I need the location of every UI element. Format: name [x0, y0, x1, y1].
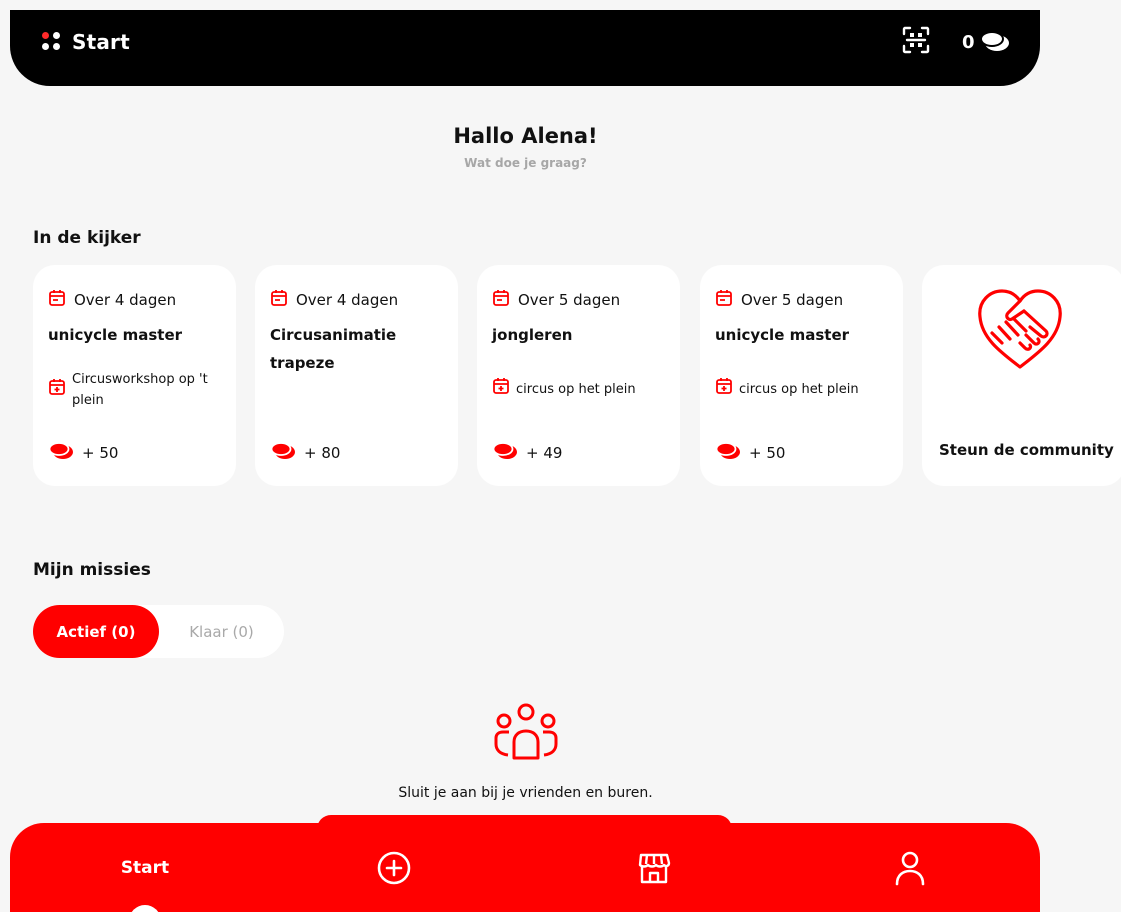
active-indicator — [129, 905, 161, 912]
community-card[interactable]: Steun de community — [922, 265, 1121, 486]
event-reward-label: + 49 — [526, 444, 563, 462]
coin-icon — [48, 441, 74, 465]
event-title: unicycle master — [48, 326, 183, 344]
calendar-plus-icon — [492, 377, 510, 402]
greeting-subtitle: Wat doe je graag? — [464, 156, 587, 170]
coin-icon — [492, 441, 518, 465]
event-date-label: Over 5 dagen — [741, 291, 844, 309]
bottom-nav: Start — [10, 823, 1040, 912]
coin-icon — [715, 441, 741, 465]
calendar-plus-icon — [715, 377, 733, 402]
event-location: circus op het plein — [715, 377, 895, 402]
missions-section-title: Mijn missies — [33, 560, 151, 580]
event-date: Over 4 dagen — [48, 289, 176, 311]
nav-shop[interactable] — [634, 823, 674, 912]
group-icon — [494, 703, 558, 760]
nav-start[interactable]: Start — [100, 823, 190, 912]
top-bar: Start 0 — [10, 10, 1040, 86]
event-date-label: Over 4 dagen — [74, 291, 177, 309]
greeting-title: Hallo Alena! — [453, 124, 598, 148]
event-date-label: Over 4 dagen — [296, 291, 399, 309]
event-reward-label: + 80 — [304, 444, 341, 462]
coin-balance[interactable]: 0 — [962, 30, 1011, 54]
event-card[interactable]: Over 4 dagen unicycle master Circusworksho… — [33, 265, 236, 486]
event-card[interactable]: Over 5 dagen jongleren circus op het plein… — [477, 265, 680, 486]
user-icon — [895, 851, 925, 885]
event-title: Circusanimatie trapeze — [270, 326, 397, 372]
event-title: unicycle master — [715, 326, 850, 344]
calendar-plus-icon — [48, 378, 66, 403]
greeting: Hallo Alena! Wat doe je graag? — [0, 124, 1051, 170]
event-reward: + 80 — [270, 441, 340, 465]
heart-handshake-icon — [978, 289, 1062, 369]
event-reward-label: + 50 — [749, 444, 786, 462]
page-title: Start — [72, 30, 130, 54]
calendar-icon — [715, 289, 733, 311]
event-reward: + 50 — [48, 441, 118, 465]
community-label: Steun de community — [939, 441, 1114, 459]
coin-balance-value: 0 — [962, 31, 975, 53]
scan-button[interactable] — [898, 22, 934, 58]
event-location-label: Circusworkshop op 't plein — [72, 372, 208, 408]
coin-stack-icon — [979, 31, 1009, 51]
event-date: Over 5 dagen — [715, 289, 843, 311]
plus-circle-icon — [377, 851, 411, 884]
calendar-icon — [270, 289, 288, 311]
tab-active[interactable]: Actief (0) — [33, 605, 159, 658]
event-reward: + 49 — [492, 441, 562, 465]
event-card[interactable]: Over 4 dagen Circusanimatie trapeze + 80 — [255, 265, 458, 486]
store-icon — [638, 853, 671, 883]
event-card[interactable]: Over 5 dagen unicycle master circus op het… — [700, 265, 903, 486]
event-reward: + 50 — [715, 441, 785, 465]
brand[interactable]: Start — [42, 30, 130, 54]
calendar-icon — [492, 289, 510, 311]
calendar-icon — [48, 289, 66, 311]
coin-icon — [270, 441, 296, 465]
qr-scan-icon — [902, 26, 930, 54]
four-dots-icon — [42, 32, 62, 52]
event-location: Circusworkshop op 't plein — [48, 369, 228, 411]
event-location-label: circus op het plein — [516, 382, 636, 397]
missions-tabs: Actief (0) Klaar (0) — [33, 605, 284, 658]
event-location-label: circus op het plein — [739, 382, 859, 397]
featured-section-title: In de kijker — [33, 228, 141, 248]
nav-add[interactable] — [374, 823, 414, 912]
event-reward-label: + 50 — [82, 444, 119, 462]
event-date-label: Over 5 dagen — [518, 291, 621, 309]
nav-start-label: Start — [120, 857, 170, 878]
event-date: Over 4 dagen — [270, 289, 398, 311]
tab-done[interactable]: Klaar (0) — [159, 605, 284, 658]
event-date: Over 5 dagen — [492, 289, 620, 311]
event-title: jongleren — [492, 326, 573, 344]
event-location: circus op het plein — [492, 377, 672, 402]
empty-state-text: Sluit je aan bij je vrienden en buren. — [398, 785, 653, 801]
nav-profile[interactable] — [890, 823, 930, 912]
